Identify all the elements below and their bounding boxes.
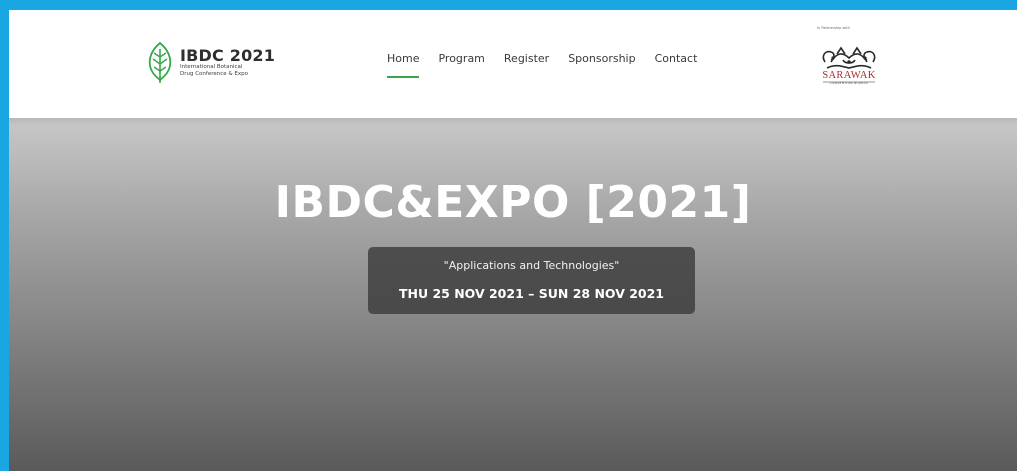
partner-label: In Partnership with [817,26,850,30]
logo-title: IBDC 2021 [180,46,276,65]
leaf-icon [148,41,172,83]
site-header: IBDC 2021 International Botanical Drug C… [9,10,1017,118]
nav-item-register[interactable]: Register [504,52,549,66]
nav-item-sponsorship[interactable]: Sponsorship [568,52,635,66]
logo-subtitle-line2: Drug Conference & Expo [180,70,249,77]
main-nav: Home Program Register Sponsorship Contac… [387,52,716,78]
hero-shadow [9,118,1017,126]
hero-banner: IBDC&EXPO [2021] "Applications and Techn… [9,118,1017,471]
hero-tagline: "Applications and Technologies" [443,259,620,272]
partner-subtitle: CONVENTION BUREAU [829,81,869,85]
nav-item-program[interactable]: Program [438,52,484,66]
browser-viewport: IBDC 2021 International Botanical Drug C… [9,10,1017,471]
logo-text: IBDC 2021 International Botanical Drug C… [180,47,275,77]
hero-title: IBDC&EXPO [2021] [274,177,752,228]
site-logo[interactable]: IBDC 2021 International Botanical Drug C… [144,40,275,84]
partner-name: SARAWAK [822,70,876,81]
nav-item-contact[interactable]: Contact [655,52,698,66]
partner-logo[interactable]: In Partnership with SARAWAK CONVENTION B… [817,26,881,102]
hero-info-box: "Applications and Technologies" THU 25 N… [368,247,695,314]
nav-item-home[interactable]: Home [387,52,420,78]
hero-dates: THU 25 NOV 2021 – SUN 28 NOV 2021 [398,286,665,301]
